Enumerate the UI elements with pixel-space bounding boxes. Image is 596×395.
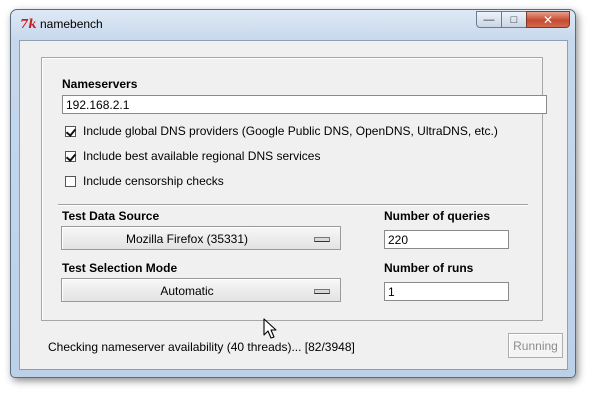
dropdown-indicator-icon bbox=[314, 237, 330, 242]
dropdown-indicator-icon bbox=[314, 289, 330, 294]
window-title: namebench bbox=[40, 17, 103, 31]
test-data-source-dropdown[interactable]: Mozilla Firefox (35331) bbox=[61, 226, 341, 250]
number-of-runs-label: Number of runs bbox=[384, 261, 474, 275]
number-of-queries-label: Number of queries bbox=[384, 209, 491, 223]
test-selection-mode-label: Test Selection Mode bbox=[62, 261, 178, 275]
nameservers-input[interactable]: 192.168.2.1 bbox=[62, 95, 547, 114]
option-regional-dns-label: Include best available regional DNS serv… bbox=[83, 149, 321, 163]
test-data-source-value: Mozilla Firefox (35331) bbox=[125, 232, 249, 246]
test-data-source-label: Test Data Source bbox=[62, 209, 160, 223]
close-icon: ✕ bbox=[542, 12, 554, 27]
minimize-button[interactable]: — bbox=[476, 11, 502, 28]
maximize-icon: □ bbox=[510, 13, 518, 26]
option-global-dns[interactable]: Include global DNS providers (Google Pub… bbox=[65, 124, 498, 138]
client-area: Nameservers 192.168.2.1 Include global D… bbox=[19, 40, 568, 370]
test-selection-mode-dropdown[interactable]: Automatic bbox=[61, 278, 341, 302]
option-global-dns-label: Include global DNS providers (Google Pub… bbox=[83, 124, 498, 138]
tk-feather-icon: 7k bbox=[20, 17, 37, 31]
namebench-window: 7k namebench — □ ✕ Nameservers 192.168.2… bbox=[10, 9, 576, 378]
checkbox-regional-dns[interactable] bbox=[65, 150, 76, 162]
option-censorship-checks[interactable]: Include censorship checks bbox=[65, 174, 224, 188]
status-message: Checking nameserver availability (40 thr… bbox=[48, 340, 355, 354]
mouse-pointer-icon bbox=[263, 318, 277, 339]
window-controls: — □ ✕ bbox=[476, 11, 570, 28]
option-censorship-checks-label: Include censorship checks bbox=[83, 174, 224, 188]
minimize-icon: — bbox=[483, 13, 495, 26]
nameservers-label: Nameservers bbox=[62, 77, 138, 91]
maximize-button[interactable]: □ bbox=[501, 11, 527, 28]
checkbox-global-dns[interactable] bbox=[65, 125, 76, 137]
title-bar[interactable]: 7k namebench — □ ✕ bbox=[11, 10, 575, 40]
running-button[interactable]: Running bbox=[508, 333, 563, 358]
number-of-runs-input[interactable]: 1 bbox=[384, 282, 509, 301]
option-regional-dns[interactable]: Include best available regional DNS serv… bbox=[65, 149, 320, 163]
checkbox-censorship-checks[interactable] bbox=[65, 175, 76, 187]
number-of-queries-input[interactable]: 220 bbox=[384, 230, 509, 249]
close-button[interactable]: ✕ bbox=[526, 11, 570, 28]
group-separator bbox=[58, 204, 528, 206]
test-selection-mode-value: Automatic bbox=[160, 284, 214, 298]
